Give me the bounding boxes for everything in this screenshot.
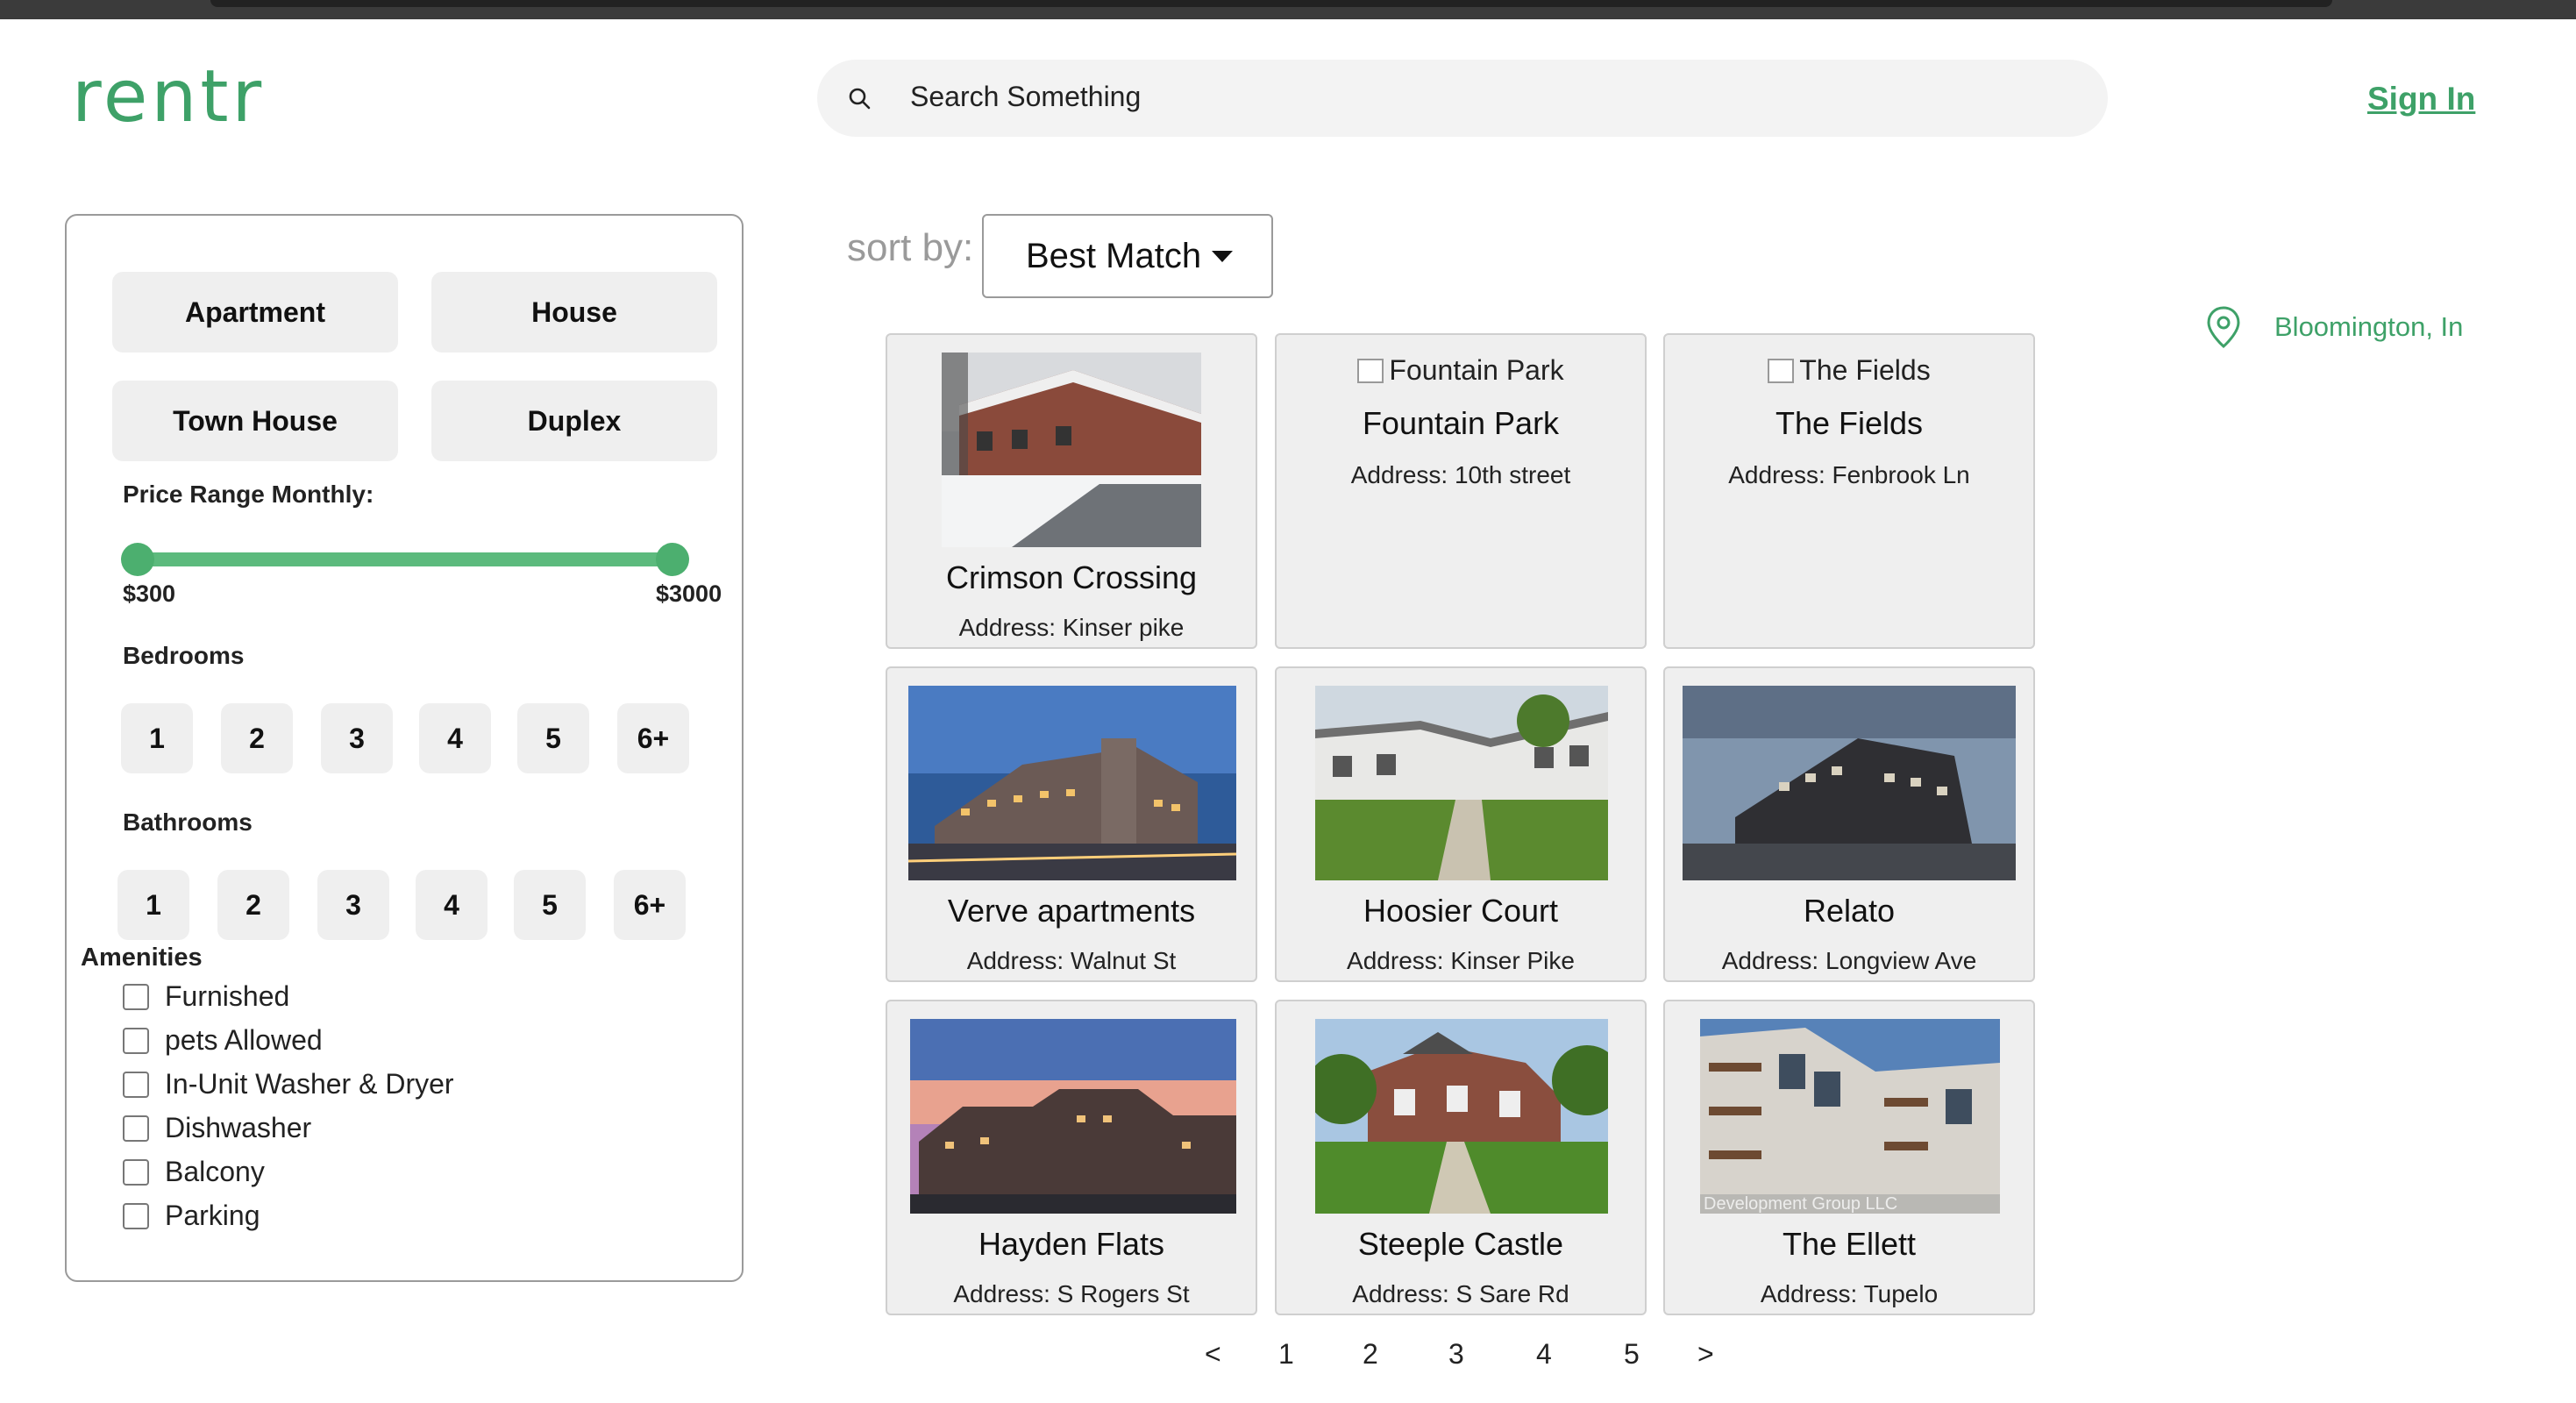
checkbox[interactable]: [123, 1158, 149, 1186]
listing-address: Address: Tupelo: [1760, 1280, 1939, 1307]
listing-card[interactable]: Hoosier Court Address: Kinser Pike: [1275, 666, 1647, 982]
amenity-balcony[interactable]: Balcony: [123, 1156, 265, 1188]
listing-card[interactable]: Crimson Crossing Address: Kinser pike: [886, 333, 1257, 649]
amenity-pets-allowed[interactable]: pets Allowed: [123, 1024, 323, 1057]
listing-name[interactable]: The Ellett: [1665, 1226, 2033, 1263]
type-apartment-button[interactable]: Apartment: [112, 272, 398, 353]
checkbox[interactable]: [123, 1115, 149, 1142]
price-range-label: Price Range Monthly:: [123, 481, 374, 508]
listing-address: Address: S Rogers St: [953, 1280, 1190, 1307]
map-pin-icon: [2207, 306, 2240, 349]
listing-name[interactable]: Crimson Crossing: [887, 559, 1256, 596]
listing-address: Address: Kinser Pike: [1347, 947, 1575, 974]
amenities-label: Amenities: [81, 944, 203, 972]
listing-address: Address: 10th street: [1350, 461, 1571, 488]
amenity-furnished[interactable]: Furnished: [123, 980, 289, 1013]
price-min-handle[interactable]: [121, 543, 154, 576]
bathrooms-label: Bathrooms: [123, 808, 253, 836]
listing-photo: [908, 686, 1236, 880]
caret-down-icon: [1212, 250, 1234, 262]
bedrooms-6plus-button[interactable]: 6+: [617, 703, 689, 773]
bathrooms-6plus-button[interactable]: 6+: [614, 870, 686, 940]
filter-panel: Apartment House Town House Duplex Price …: [65, 214, 744, 1282]
broken-image-icon: [1768, 359, 1795, 383]
pagination-page-3[interactable]: 3: [1448, 1338, 1464, 1371]
checkbox[interactable]: [123, 1071, 149, 1098]
amenity-washer-dryer[interactable]: In-Unit Washer & Dryer: [123, 1068, 454, 1100]
listing-photo: [910, 1019, 1236, 1214]
listing-card[interactable]: Fountain Park Fountain Park Address: 10t…: [1275, 333, 1647, 649]
sort-by-label: sort by:: [847, 226, 974, 269]
listing-name[interactable]: Hayden Flats: [887, 1226, 1256, 1263]
listing-photo: [942, 353, 1201, 547]
amenity-parking[interactable]: Parking: [123, 1200, 260, 1232]
listing-address: Address: Fenbrook Ln: [1728, 461, 1970, 488]
rentr-logo[interactable]: rentr: [72, 61, 265, 133]
price-min-value: $300: [123, 580, 176, 607]
bathrooms-1-button[interactable]: 1: [117, 870, 189, 940]
listing-address: Address: S Sare Rd: [1352, 1280, 1569, 1307]
listing-card[interactable]: Development Group LLC The Ellett Address…: [1663, 1000, 2035, 1315]
type-house-button[interactable]: House: [431, 272, 717, 353]
listing-card[interactable]: The Fields The Fields Address: Fenbrook …: [1663, 333, 2035, 649]
bedrooms-label: Bedrooms: [123, 642, 245, 669]
listing-name[interactable]: Verve apartments: [887, 893, 1256, 929]
listing-name[interactable]: Fountain Park: [1277, 405, 1645, 442]
price-slider-track[interactable]: [139, 552, 673, 566]
listing-name[interactable]: Hoosier Court: [1277, 893, 1645, 929]
sort-dropdown[interactable]: Best Match: [982, 214, 1273, 298]
bedrooms-3-button[interactable]: 3: [321, 703, 393, 773]
browser-top-bar: [0, 0, 2576, 19]
pagination-page-2[interactable]: 2: [1363, 1338, 1378, 1371]
search-input[interactable]: Search Something: [910, 81, 1141, 113]
broken-image-placeholder: Fountain Park: [1277, 354, 1645, 387]
bathrooms-3-button[interactable]: 3: [317, 870, 389, 940]
listing-card[interactable]: Steeple Castle Address: S Sare Rd: [1275, 1000, 1647, 1315]
bathrooms-5-button[interactable]: 5: [514, 870, 586, 940]
type-townhouse-button[interactable]: Town House: [112, 381, 398, 461]
bedrooms-2-button[interactable]: 2: [221, 703, 293, 773]
listing-address: Address: Kinser pike: [958, 614, 1185, 641]
listing-card[interactable]: Verve apartments Address: Walnut St: [886, 666, 1257, 982]
bedrooms-5-button[interactable]: 5: [517, 703, 589, 773]
search-bar[interactable]: Search Something: [817, 60, 2108, 137]
listing-address: Address: Walnut St: [966, 947, 1177, 974]
pagination-page-4[interactable]: 4: [1536, 1338, 1552, 1371]
search-icon: [849, 88, 871, 110]
listing-photo: [1700, 1019, 2000, 1214]
image-watermark: Development Group LLC: [1704, 1194, 1898, 1214]
pagination-page-5[interactable]: 5: [1624, 1338, 1640, 1371]
checkbox[interactable]: [123, 983, 149, 1010]
location-filter[interactable]: Bloomington, In: [2204, 305, 2463, 349]
broken-image-placeholder: The Fields: [1665, 354, 2033, 387]
price-max-value: $3000: [656, 580, 722, 607]
sort-value: Best Match: [1026, 236, 1202, 275]
listing-photo: [1315, 686, 1608, 880]
amenity-dishwasher[interactable]: Dishwasher: [123, 1112, 311, 1144]
bathrooms-2-button[interactable]: 2: [217, 870, 289, 940]
bedrooms-1-button[interactable]: 1: [121, 703, 193, 773]
location-label: Bloomington, In: [2274, 311, 2464, 342]
listing-name[interactable]: Steeple Castle: [1277, 1226, 1645, 1263]
listing-photo: [1683, 686, 2016, 880]
type-duplex-button[interactable]: Duplex: [431, 381, 717, 461]
broken-image-icon: [1357, 359, 1384, 383]
pagination-prev[interactable]: <: [1205, 1338, 1221, 1371]
sign-in-link[interactable]: Sign In: [2367, 81, 2475, 118]
listing-address: Address: Longview Ave: [1721, 947, 1977, 974]
price-max-handle[interactable]: [656, 543, 689, 576]
bedrooms-4-button[interactable]: 4: [419, 703, 491, 773]
listing-card[interactable]: Relato Address: Longview Ave: [1663, 666, 2035, 982]
listing-card[interactable]: Hayden Flats Address: S Rogers St: [886, 1000, 1257, 1315]
pagination-page-1[interactable]: 1: [1278, 1338, 1294, 1371]
listing-name[interactable]: Relato: [1665, 893, 2033, 929]
listing-name[interactable]: The Fields: [1665, 405, 2033, 442]
checkbox[interactable]: [123, 1202, 149, 1229]
listing-photo: [1315, 1019, 1608, 1214]
bathrooms-4-button[interactable]: 4: [416, 870, 487, 940]
pagination-next[interactable]: >: [1697, 1338, 1714, 1371]
checkbox[interactable]: [123, 1027, 149, 1054]
